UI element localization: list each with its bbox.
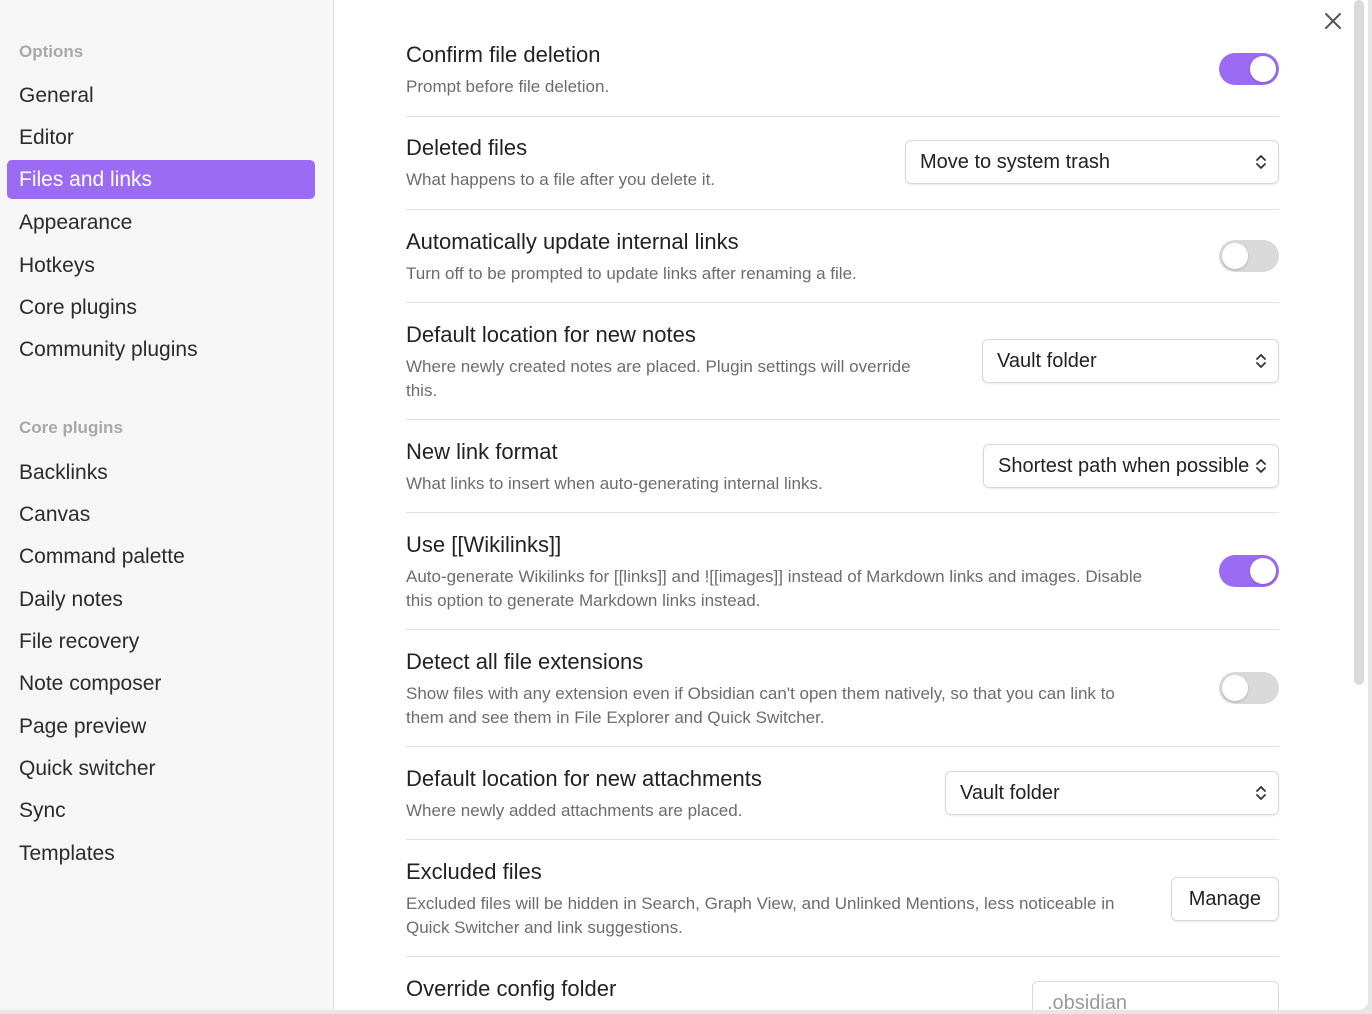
setting-desc: Turn off to be prompted to update links … bbox=[406, 264, 857, 283]
close-button[interactable] bbox=[1320, 8, 1346, 34]
dropdown-value: Vault folder bbox=[960, 782, 1060, 804]
nav-file-recovery[interactable]: File recovery bbox=[7, 622, 315, 661]
nav-files-and-links[interactable]: Files and links bbox=[7, 160, 315, 199]
toggle-knob bbox=[1222, 675, 1248, 701]
nav-templates[interactable]: Templates bbox=[7, 834, 315, 873]
setting-desc: What links to insert when auto-generatin… bbox=[406, 474, 823, 493]
setting-detect-extensions: Detect all file extensions Show files wi… bbox=[406, 649, 1279, 747]
setting-desc-line1: Where newly created notes are placed. Pl… bbox=[406, 357, 911, 376]
setting-default-location-attachments: Default location for new attachments Whe… bbox=[406, 766, 1279, 840]
setting-name: Confirm file deletion bbox=[406, 42, 601, 67]
default-location-attachments-dropdown[interactable]: Vault folder bbox=[945, 771, 1279, 815]
setting-desc-line2: this option to generate Markdown links i… bbox=[406, 591, 761, 610]
settings-content: Confirm file deletion Prompt before file… bbox=[334, 0, 1368, 1010]
settings-modal: Options General Editor Files and links A… bbox=[0, 0, 1368, 1010]
nav-note-composer[interactable]: Note composer bbox=[7, 664, 315, 703]
setting-name: Default location for new attachments bbox=[406, 766, 762, 791]
setting-desc-line1: Show files with any extension even if Ob… bbox=[406, 684, 1115, 703]
setting-use-wikilinks: Use [[Wikilinks]] Auto-generate Wikilink… bbox=[406, 532, 1279, 630]
use-wikilinks-toggle[interactable] bbox=[1219, 555, 1279, 587]
nav-backlinks[interactable]: Backlinks bbox=[7, 453, 315, 492]
options-heading: Options bbox=[19, 42, 84, 61]
chevron-up-down-icon bbox=[1256, 155, 1266, 169]
detect-extensions-toggle[interactable] bbox=[1219, 672, 1279, 704]
setting-desc-line2: Quick Switcher and link suggestions. bbox=[406, 918, 683, 937]
nav-general[interactable]: General bbox=[7, 76, 315, 115]
chevron-up-down-icon bbox=[1256, 354, 1266, 368]
setting-desc-line2: this. bbox=[406, 381, 438, 400]
setting-name: Override config folder bbox=[406, 976, 617, 1001]
dropdown-value: Shortest path when possible bbox=[998, 455, 1250, 477]
default-location-notes-dropdown[interactable]: Vault folder bbox=[982, 339, 1279, 383]
core-plugins-heading: Core plugins bbox=[19, 418, 123, 437]
manage-button[interactable]: Manage bbox=[1170, 877, 1279, 921]
dropdown-value: Vault folder bbox=[997, 350, 1097, 372]
setting-desc: What happens to a file after you delete … bbox=[406, 170, 716, 189]
close-icon bbox=[1325, 13, 1341, 29]
nav-command-palette[interactable]: Command palette bbox=[7, 537, 315, 576]
setting-desc: Where newly added attachments are placed… bbox=[406, 801, 743, 820]
setting-auto-update-links: Automatically update internal links Turn… bbox=[406, 229, 1279, 303]
dropdown-value: Move to system trash bbox=[920, 151, 1111, 173]
nav-editor[interactable]: Editor bbox=[7, 118, 315, 157]
nav-sync[interactable]: Sync bbox=[7, 791, 315, 830]
chevron-up-down-icon bbox=[1256, 459, 1266, 473]
settings-sidebar: Options General Editor Files and links A… bbox=[0, 0, 334, 1010]
setting-deleted-files: Deleted files What happens to a file aft… bbox=[406, 135, 1279, 210]
nav-core-plugins[interactable]: Core plugins bbox=[7, 288, 315, 327]
setting-desc-line1: Excluded files will be hidden in Search,… bbox=[406, 894, 1115, 913]
setting-desc-line1: Auto-generate Wikilinks for [[links]] an… bbox=[406, 567, 1143, 586]
setting-excluded-files: Excluded files Excluded files will be hi… bbox=[406, 859, 1279, 957]
nav-hotkeys[interactable]: Hotkeys bbox=[7, 246, 315, 285]
auto-update-links-toggle[interactable] bbox=[1219, 240, 1279, 272]
setting-name: Detect all file extensions bbox=[406, 649, 644, 674]
setting-desc-line2: them and see them in File Explorer and Q… bbox=[406, 708, 825, 727]
nav-appearance[interactable]: Appearance bbox=[7, 203, 315, 242]
setting-name: Excluded files bbox=[406, 859, 542, 884]
nav-canvas[interactable]: Canvas bbox=[7, 495, 315, 534]
config-folder-input[interactable] bbox=[1032, 981, 1279, 1010]
deleted-files-dropdown[interactable]: Move to system trash bbox=[905, 140, 1279, 184]
setting-name: Automatically update internal links bbox=[406, 229, 739, 254]
setting-desc: Prompt before file deletion. bbox=[406, 77, 610, 96]
toggle-knob bbox=[1222, 243, 1248, 269]
confirm-deletion-toggle[interactable] bbox=[1219, 53, 1279, 85]
scrollbar[interactable] bbox=[1354, 0, 1364, 685]
toggle-knob bbox=[1250, 558, 1276, 584]
toggle-knob bbox=[1250, 56, 1276, 82]
setting-name: Default location for new notes bbox=[406, 322, 696, 347]
chevron-up-down-icon bbox=[1256, 786, 1266, 800]
setting-override-config: Override config folder bbox=[406, 976, 1279, 1010]
nav-community-plugins[interactable]: Community plugins bbox=[7, 330, 315, 369]
new-link-format-dropdown[interactable]: Shortest path when possible bbox=[983, 444, 1279, 488]
setting-name: New link format bbox=[406, 439, 558, 464]
setting-new-link-format: New link format What links to insert whe… bbox=[406, 439, 1279, 513]
nav-daily-notes[interactable]: Daily notes bbox=[7, 580, 315, 619]
nav-quick-switcher[interactable]: Quick switcher bbox=[7, 749, 315, 788]
nav-page-preview[interactable]: Page preview bbox=[7, 707, 315, 746]
setting-confirm-deletion: Confirm file deletion Prompt before file… bbox=[406, 42, 1279, 117]
setting-name: Deleted files bbox=[406, 135, 528, 160]
setting-name: Use [[Wikilinks]] bbox=[406, 532, 562, 557]
setting-default-location-notes: Default location for new notes Where new… bbox=[406, 322, 1279, 420]
